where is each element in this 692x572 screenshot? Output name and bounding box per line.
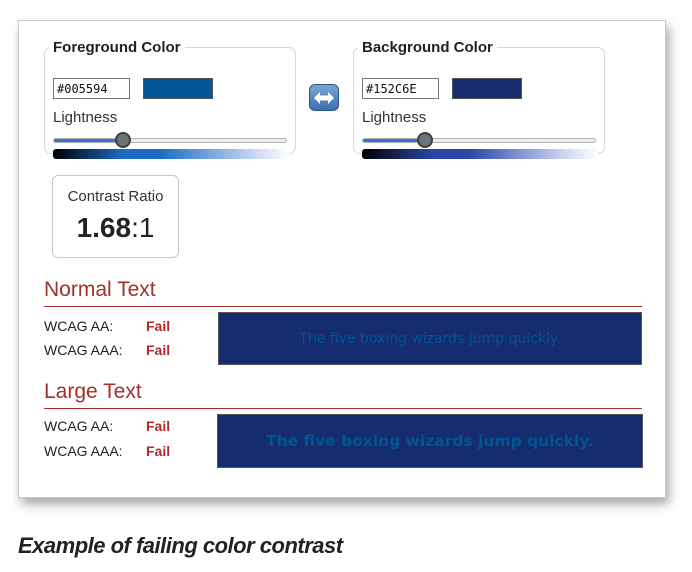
- background-color-picker: Background Color Lightness: [353, 39, 605, 159]
- foreground-title: Foreground Color: [53, 39, 181, 56]
- large-aa-label: WCAG AA:: [44, 418, 114, 434]
- foreground-lightness-label: Lightness: [53, 109, 118, 126]
- background-lightness-label: Lightness: [362, 109, 427, 126]
- normal-aa-result: Fail: [146, 318, 171, 334]
- figure-caption: Example of failing color contrast: [18, 533, 343, 558]
- background-hex-input[interactable]: [362, 78, 439, 99]
- contrast-ratio-number: 1.68: [76, 212, 132, 243]
- normal-aaa-result: Fail: [146, 342, 171, 358]
- normal-text-sample: The five boxing wizards jump quickly.: [218, 312, 642, 365]
- foreground-lightness-fill: [54, 139, 124, 142]
- background-lightness-track[interactable]: [362, 138, 596, 143]
- normal-text-heading: Normal Text: [44, 278, 156, 301]
- large-text-divider: [44, 408, 642, 409]
- contrast-ratio-label: Contrast Ratio: [67, 188, 164, 205]
- foreground-color-picker: Foreground Color Lightness: [44, 39, 296, 159]
- contrast-ratio-suffix: :1: [131, 212, 155, 243]
- normal-text-divider: [44, 306, 642, 307]
- foreground-lightness-track[interactable]: [53, 138, 287, 143]
- large-aa-result: Fail: [146, 418, 171, 434]
- contrast-checker-panel: Foreground Color Lightness Background Co…: [18, 20, 666, 498]
- foreground-hex-input[interactable]: [53, 78, 130, 99]
- background-lightness-thumb[interactable]: [417, 132, 434, 148]
- large-aaa-label: WCAG AAA:: [44, 443, 123, 459]
- large-aaa-result: Fail: [146, 443, 171, 459]
- background-title: Background Color: [362, 39, 493, 56]
- normal-aa-label: WCAG AA:: [44, 318, 114, 334]
- normal-aaa-label: WCAG AAA:: [44, 342, 123, 358]
- background-lightness-gradient: [362, 149, 598, 159]
- swap-colors-button[interactable]: [309, 84, 339, 111]
- foreground-lightness-gradient: [53, 149, 289, 159]
- swap-arrows-icon: [314, 91, 334, 104]
- contrast-ratio-value: 1.68:1: [53, 212, 178, 244]
- background-swatch[interactable]: [452, 78, 522, 99]
- contrast-ratio-box: Contrast Ratio 1.68:1: [52, 175, 179, 258]
- large-text-sample: The five boxing wizards jump quickly.: [217, 414, 643, 468]
- foreground-swatch[interactable]: [143, 78, 213, 99]
- large-text-heading: Large Text: [44, 380, 142, 403]
- foreground-lightness-thumb[interactable]: [115, 132, 132, 148]
